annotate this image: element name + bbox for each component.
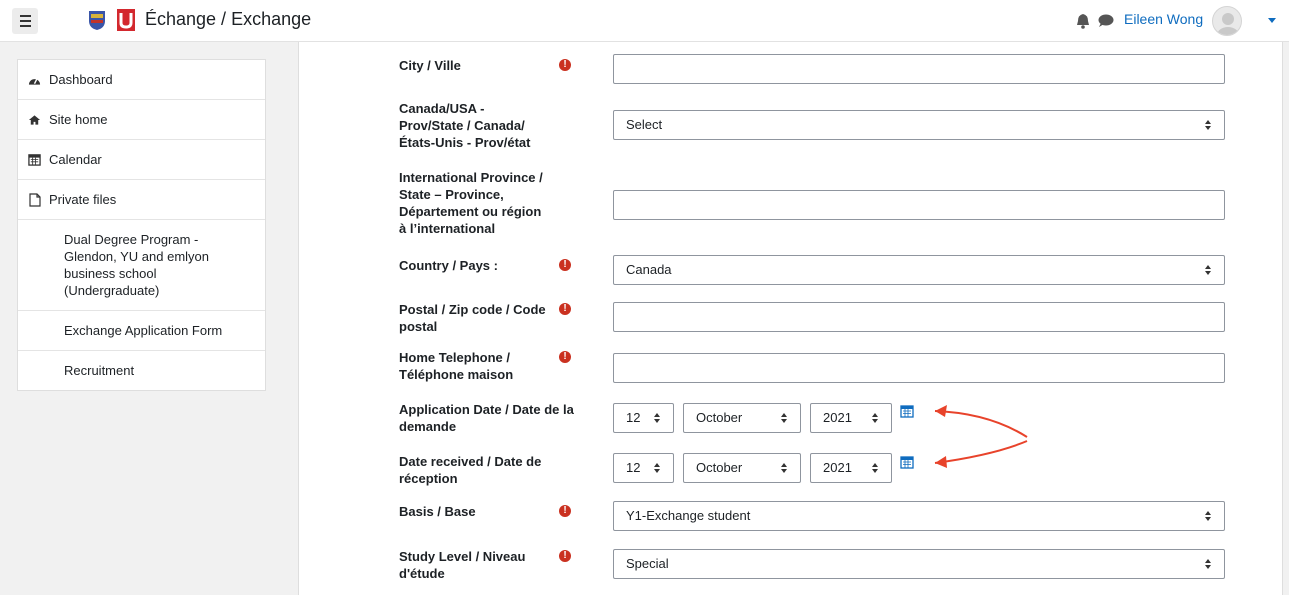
- field-label: Home Telephone / Téléphone maison: [399, 350, 514, 382]
- site-title[interactable]: Échange / Exchange: [145, 9, 311, 30]
- field-label: Application Date / Date de la demande: [399, 402, 574, 434]
- select-value: 2021: [823, 460, 852, 475]
- select-arrows-icon: [654, 463, 661, 473]
- required-icon: !: [559, 550, 571, 562]
- received-month-select[interactable]: October: [683, 453, 801, 483]
- select-arrows-icon: [781, 463, 788, 473]
- user-avatar[interactable]: [1212, 6, 1242, 36]
- select-arrows-icon: [654, 413, 661, 423]
- select-arrows-icon: [1205, 120, 1212, 130]
- required-icon: !: [559, 303, 571, 315]
- study-level-select[interactable]: Special: [613, 549, 1225, 579]
- country-select[interactable]: Canada: [613, 255, 1225, 285]
- field-label: Canada/USA - Prov/State / Canada/ États-…: [399, 101, 531, 150]
- field-label: Date received / Date de réception: [399, 454, 542, 486]
- city-input[interactable]: [613, 54, 1225, 84]
- calendar-icon: [28, 151, 41, 168]
- nav-item-label: Calendar: [49, 152, 102, 167]
- chat-icon[interactable]: [1098, 14, 1114, 28]
- avatar-placeholder-icon: [1217, 13, 1239, 35]
- home-phone-input[interactable]: [613, 353, 1225, 383]
- application-month-select[interactable]: October: [683, 403, 801, 433]
- required-icon: !: [559, 59, 571, 71]
- home-icon: [28, 111, 41, 128]
- nav-item-calendar[interactable]: Calendar: [18, 140, 265, 180]
- page-scroll-gutter: [1283, 42, 1289, 595]
- field-label: Country / Pays :: [399, 258, 498, 273]
- prov-state-select[interactable]: Select: [613, 110, 1225, 140]
- nav-item-label: Dual Degree Program - Glendon, YU and em…: [64, 232, 210, 298]
- application-year-select[interactable]: 2021: [810, 403, 892, 433]
- nav-item-label: Site home: [49, 112, 108, 127]
- field-label: Study Level / Niveau d'étude: [399, 549, 526, 581]
- select-value: 2021: [823, 410, 852, 425]
- field-label: Basis / Base: [399, 504, 476, 519]
- received-year-select[interactable]: 2021: [810, 453, 892, 483]
- select-arrows-icon: [1205, 511, 1212, 521]
- select-value: October: [696, 460, 743, 475]
- postal-input[interactable]: [613, 302, 1225, 332]
- nav-item-site-home[interactable]: Site home: [18, 100, 265, 140]
- nav-item-private-files[interactable]: Private files: [18, 180, 265, 220]
- menu-icon: [19, 15, 31, 17]
- nav-item-exchange-form[interactable]: Exchange Application Form: [18, 311, 265, 351]
- intl-province-input[interactable]: [613, 190, 1225, 220]
- received-day-select[interactable]: 12: [613, 453, 674, 483]
- field-label: City / Ville: [399, 58, 461, 73]
- required-icon: !: [559, 505, 571, 517]
- menu-toggle-button[interactable]: [12, 8, 38, 34]
- nav-item-dual-degree[interactable]: Dual Degree Program - Glendon, YU and em…: [18, 220, 265, 311]
- application-day-select[interactable]: 12: [613, 403, 674, 433]
- field-label: Postal / Zip code / Code postal: [399, 302, 546, 334]
- university-crest-logo: [89, 11, 105, 30]
- select-value: October: [696, 410, 743, 425]
- select-value: Canada: [626, 262, 672, 277]
- bell-icon[interactable]: [1076, 13, 1090, 29]
- top-navbar: Échange / Exchange Eileen Wong: [0, 0, 1289, 42]
- nav-item-label: Recruitment: [64, 363, 135, 378]
- nav-drawer: Dashboard Site home Calendar Private fil…: [0, 42, 286, 595]
- nav-list: Dashboard Site home Calendar Private fil…: [17, 59, 266, 391]
- select-arrows-icon: [781, 413, 788, 423]
- nav-item-label: Dashboard: [49, 72, 113, 87]
- select-value: 12: [626, 410, 641, 425]
- form-panel: City / Ville ! Canada/USA - Prov/State /…: [298, 42, 1283, 595]
- select-value: Special: [626, 556, 669, 571]
- field-label: International Province / State – Provinc…: [399, 170, 543, 236]
- nav-item-recruitment[interactable]: Recruitment: [18, 351, 265, 390]
- nav-item-label: Exchange Application Form: [64, 323, 223, 338]
- select-value: 12: [626, 460, 641, 475]
- dashboard-icon: [28, 71, 41, 88]
- select-value: Select: [626, 117, 663, 132]
- select-arrows-icon: [1205, 265, 1212, 275]
- basis-select[interactable]: Y1-Exchange student: [613, 501, 1225, 531]
- select-arrows-icon: [872, 463, 879, 473]
- file-icon: [28, 191, 41, 208]
- user-menu-caret-icon[interactable]: [1268, 18, 1276, 23]
- select-arrows-icon: [872, 413, 879, 423]
- nav-item-label: Private files: [49, 192, 117, 207]
- select-arrows-icon: [1205, 559, 1212, 569]
- required-icon: !: [559, 259, 571, 271]
- nav-item-dashboard[interactable]: Dashboard: [18, 60, 265, 100]
- user-menu-name[interactable]: Eileen Wong: [1124, 11, 1203, 27]
- select-value: Y1-Exchange student: [626, 508, 751, 523]
- u-logo: [117, 9, 135, 31]
- required-icon: !: [559, 351, 571, 363]
- annotation-arrows: [934, 405, 1028, 468]
